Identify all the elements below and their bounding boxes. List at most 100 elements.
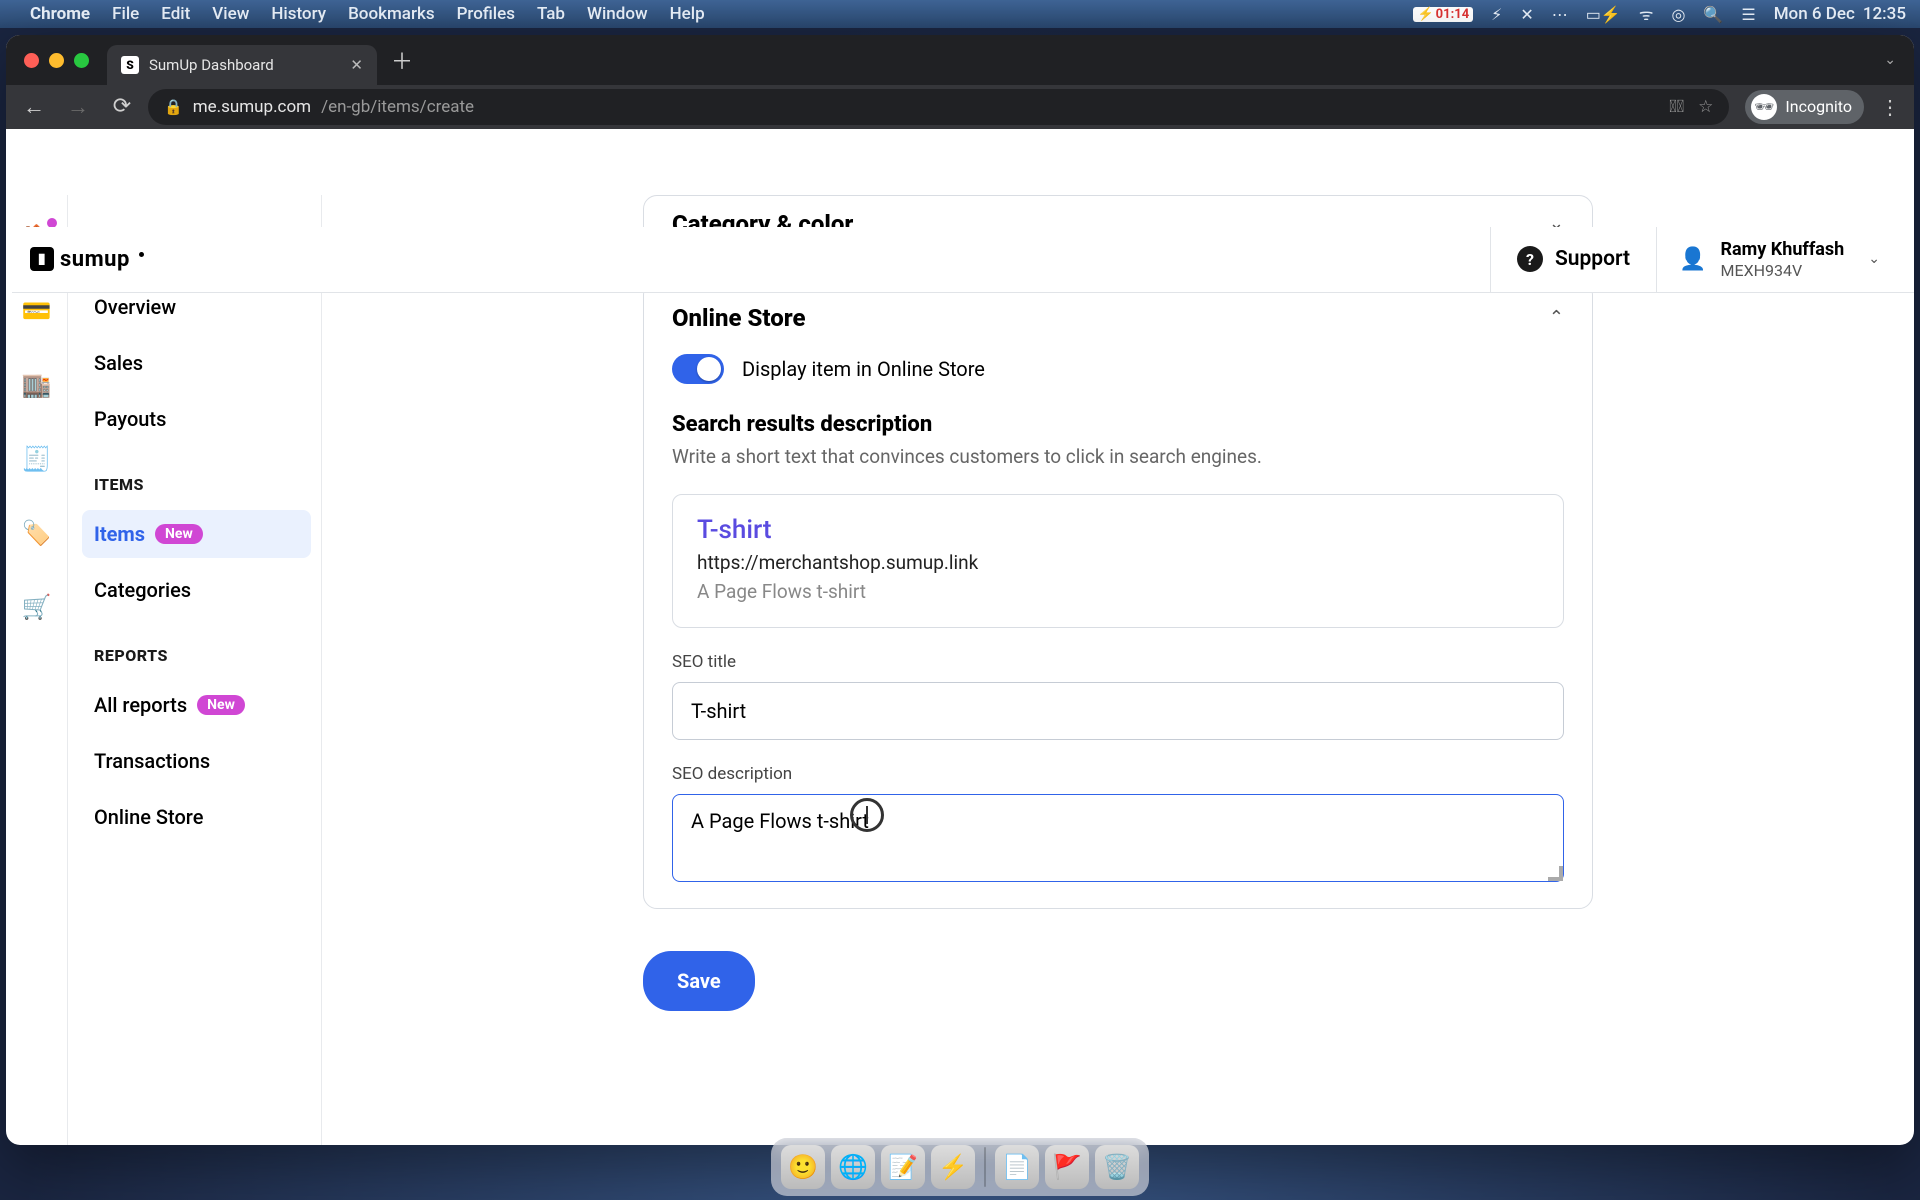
sidebar-item-all-reports[interactable]: All reports New xyxy=(82,681,311,729)
menu-clock[interactable]: Mon 6 Dec12:35 xyxy=(1774,4,1906,24)
battery-time-indicator[interactable]: ⚡01:14 xyxy=(1413,7,1473,22)
chevron-down-icon: ⌄ xyxy=(1868,251,1880,267)
reload-button[interactable]: ⟳ xyxy=(104,89,140,125)
toolbar: ← → ⟳ 🔒 me.sumup.com/en-gb/items/create … xyxy=(6,85,1914,129)
status-icon-battery[interactable]: ▭⚡ xyxy=(1586,5,1621,24)
window-minimize-button[interactable] xyxy=(49,53,64,68)
mac-app-name[interactable]: Chrome xyxy=(30,4,90,24)
search-preview: T-shirt https://merchantshop.sumup.link … xyxy=(672,494,1564,628)
mac-dock[interactable]: 🙂 🌐 📝 ⚡ 📄 🚩 🗑️ xyxy=(771,1138,1149,1196)
bookmark-star-icon[interactable]: ☆ xyxy=(1698,97,1713,117)
tab-favicon: S xyxy=(121,56,139,74)
new-tab-button[interactable]: ＋ xyxy=(391,44,413,76)
online-store-card: Online Store ⌃ Display item in Online St… xyxy=(643,281,1593,909)
window-zoom-button[interactable] xyxy=(74,53,89,68)
sidebar-item-sales[interactable]: Sales xyxy=(82,339,311,387)
rail-tag-icon[interactable]: 🏷️ xyxy=(22,519,52,547)
new-badge: New xyxy=(155,524,203,544)
dock-chrome-icon[interactable]: 🌐 xyxy=(831,1145,875,1189)
dock-doc-icon[interactable]: 📄 xyxy=(995,1145,1039,1189)
mac-menu-help[interactable]: Help xyxy=(670,4,705,24)
tracking-icon[interactable]: 👁̸ xyxy=(1669,97,1684,117)
sumup-logo-icon: ▮ xyxy=(30,247,54,271)
seo-description-label: SEO description xyxy=(672,764,1564,784)
support-link[interactable]: ? Support xyxy=(1490,227,1656,292)
url-path: /en-gb/items/create xyxy=(321,97,474,117)
sidebar-item-transactions[interactable]: Transactions xyxy=(82,737,311,785)
back-button[interactable]: ← xyxy=(16,89,52,125)
mac-menu-bar[interactable]: Chrome File Edit View History Bookmarks … xyxy=(0,0,1920,28)
incognito-icon: 🕶 xyxy=(1751,94,1777,120)
sumup-logo-dot xyxy=(139,252,144,257)
sidebar-item-categories[interactable]: Categories xyxy=(82,566,311,614)
sidebar-section-reports: REPORTS xyxy=(82,622,311,673)
mac-menu-bookmarks[interactable]: Bookmarks xyxy=(348,4,435,24)
online-store-card-title: Online Store xyxy=(672,304,806,332)
sidebar-item-payouts[interactable]: Payouts xyxy=(82,395,311,443)
tabs-dropdown-icon[interactable]: ⌄ xyxy=(1884,52,1896,68)
dock-notes-icon[interactable]: 📝 xyxy=(881,1145,925,1189)
new-badge: New xyxy=(197,695,245,715)
status-icon-tools[interactable]: ✕ xyxy=(1520,5,1533,24)
spotlight-icon[interactable]: 🔍 xyxy=(1703,5,1723,24)
save-button[interactable]: Save xyxy=(643,951,755,1011)
seo-title-input[interactable] xyxy=(672,682,1564,740)
incognito-chip[interactable]: 🕶 Incognito xyxy=(1745,90,1864,124)
mac-menu-history[interactable]: History xyxy=(271,4,326,24)
tab-close-icon[interactable]: ✕ xyxy=(350,56,363,74)
dock-bolt-icon[interactable]: ⚡ xyxy=(931,1145,975,1189)
seo-title-label: SEO title xyxy=(672,652,1564,672)
status-icon-dots[interactable]: ⋯ xyxy=(1552,5,1568,24)
seo-description-textarea[interactable] xyxy=(672,794,1564,882)
preview-description: A Page Flows t-shirt xyxy=(697,580,1539,603)
tab-title: SumUp Dashboard xyxy=(149,56,274,74)
mac-menu-file[interactable]: File xyxy=(112,4,139,24)
mac-menu-profiles[interactable]: Profiles xyxy=(457,4,515,24)
lock-icon[interactable]: 🔒 xyxy=(164,98,183,116)
mac-menu-edit[interactable]: Edit xyxy=(161,4,190,24)
rail-wallet-icon[interactable]: 💳 xyxy=(22,297,52,325)
chrome-window: S SumUp Dashboard ✕ ＋ ⌄ ← → ⟳ 🔒 me.sumup… xyxy=(6,35,1914,1145)
dock-finder-icon[interactable]: 🙂 xyxy=(781,1145,825,1189)
preview-title: T-shirt xyxy=(697,515,1539,545)
wifi-icon[interactable]: ᯤ xyxy=(1639,3,1654,25)
sidebar-item-items[interactable]: Items New xyxy=(82,510,311,558)
control-center-icon[interactable]: ☰ xyxy=(1741,5,1755,24)
forward-button[interactable]: → xyxy=(60,89,96,125)
address-bar[interactable]: 🔒 me.sumup.com/en-gb/items/create 👁̸ ☆ xyxy=(148,89,1729,125)
dock-trash-icon[interactable]: 🗑️ xyxy=(1095,1145,1139,1189)
preview-url: https://merchantshop.sumup.link xyxy=(697,551,1539,574)
chrome-menu-icon[interactable]: ⋮ xyxy=(1876,95,1904,119)
window-close-button[interactable] xyxy=(24,53,39,68)
sidebar: Home Overview Sales Payouts ITEMS Items … xyxy=(68,195,322,1145)
main-content: Category & color ⌄ Online Store ⌃ Displa… xyxy=(322,195,1914,1145)
sidebar-section-items: ITEMS xyxy=(82,451,311,502)
rail-doc-icon[interactable]: 🧾 xyxy=(22,445,52,473)
status-icon-circle[interactable]: ◎ xyxy=(1671,5,1685,24)
url-host: me.sumup.com xyxy=(193,97,311,117)
display-item-toggle[interactable] xyxy=(672,354,724,384)
mac-menu-window[interactable]: Window xyxy=(587,4,648,24)
sidebar-item-online-store[interactable]: Online Store xyxy=(82,793,311,841)
icon-rail: 🏠 💳 🏬 🧾 🏷️ 🛒 xyxy=(6,195,68,1145)
search-results-help: Write a short text that convinces custom… xyxy=(672,445,1564,468)
app-header: ▮ sumup ? Support 👤 Ramy Khuffash MEXH93… xyxy=(12,227,1914,293)
rail-store-icon[interactable]: 🏬 xyxy=(22,371,52,399)
avatar-icon: 👤 xyxy=(1679,247,1706,272)
browser-tab[interactable]: S SumUp Dashboard ✕ xyxy=(107,45,377,85)
mac-menu-view[interactable]: View xyxy=(212,4,249,24)
user-code: MEXH934V xyxy=(1721,261,1845,280)
dock-flag-icon[interactable]: 🚩 xyxy=(1045,1145,1089,1189)
tab-strip: S SumUp Dashboard ✕ ＋ ⌄ xyxy=(6,35,1914,85)
display-item-toggle-label: Display item in Online Store xyxy=(742,357,985,381)
sumup-logo[interactable]: ▮ sumup xyxy=(30,245,144,273)
dock-separator xyxy=(984,1147,986,1187)
rail-cart-icon[interactable]: 🛒 xyxy=(22,593,52,621)
search-results-heading: Search results description xyxy=(672,412,1564,437)
help-icon: ? xyxy=(1517,246,1543,272)
user-name: Ramy Khuffash xyxy=(1721,239,1845,261)
chevron-up-icon[interactable]: ⌃ xyxy=(1549,307,1564,328)
status-icon-bolt[interactable]: ⚡︎ xyxy=(1491,5,1502,24)
mac-menu-tab[interactable]: Tab xyxy=(537,4,565,24)
user-menu[interactable]: 👤 Ramy Khuffash MEXH934V ⌄ xyxy=(1656,227,1902,292)
